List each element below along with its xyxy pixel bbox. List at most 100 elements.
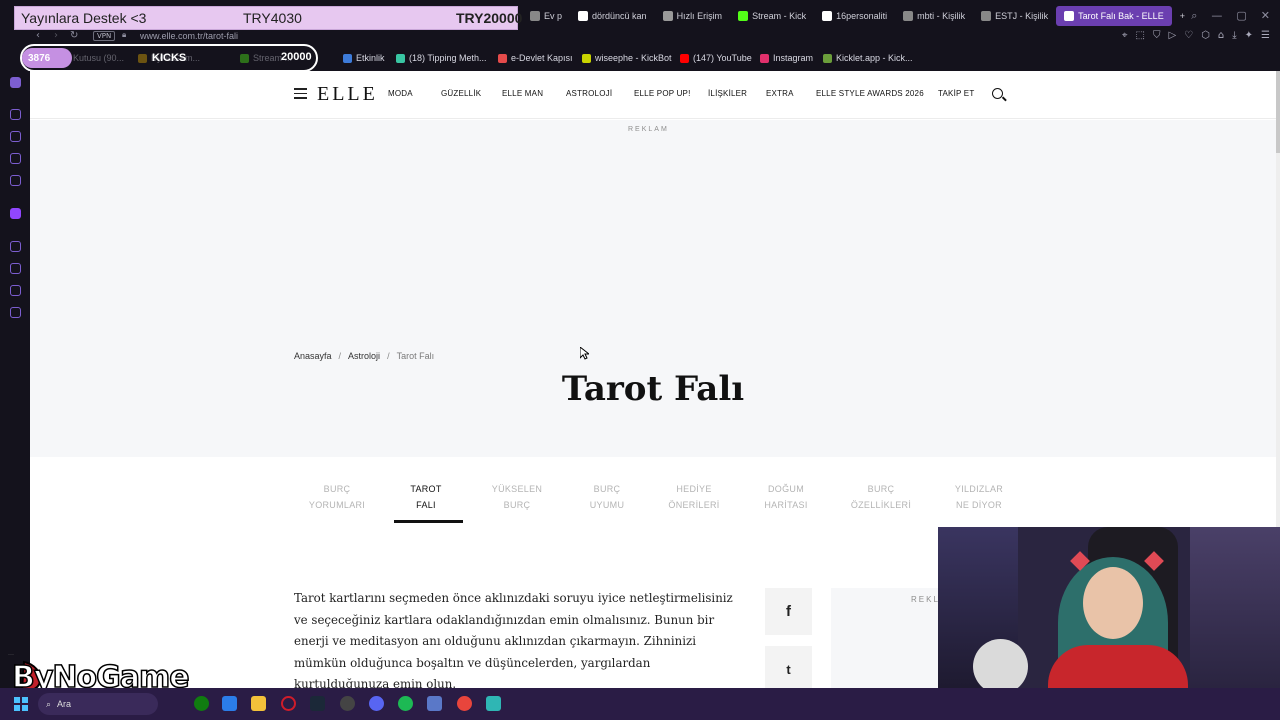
site-logo[interactable]: ELLE <box>317 83 378 106</box>
subnav-tab[interactable]: BURÇ YORUMLARI <box>296 481 378 513</box>
app-icon[interactable] <box>486 696 501 711</box>
address-bar: ‹ › ↻ VPN 🔒︎ www.elle.com.tr/tarot-fali <box>0 30 1280 44</box>
xbox-icon[interactable] <box>194 696 209 711</box>
url-field[interactable]: www.elle.com.tr/tarot-fali <box>140 31 238 41</box>
taskbar-search[interactable]: ⌕ Ara <box>38 693 158 715</box>
bookmark-item[interactable]: wiseephe - KickBot <box>582 53 672 63</box>
menu-item-takip-et[interactable]: TAKİP ET <box>938 89 974 98</box>
kicklet-icon <box>823 53 832 63</box>
bookmark-item[interactable]: (18) Tipping Meth... <box>396 53 487 63</box>
pin-icon[interactable]: ⌖ <box>1122 30 1128 41</box>
subnav-tab-line1: HEDİYE <box>676 484 712 494</box>
twitch-icon[interactable] <box>10 208 21 219</box>
browser-tab[interactable]: Ev p <box>522 6 570 26</box>
copilot-icon[interactable] <box>222 696 237 711</box>
subnav-tab[interactable]: TAROT FALI <box>385 481 467 513</box>
subnav-tab[interactable]: BURÇ ÖZELLİKLERİ <box>840 481 922 513</box>
menu-item-elle-pop-up[interactable]: ELLE POP UP! <box>634 89 691 98</box>
bookmark-item[interactable]: Etkinlik <box>343 53 385 63</box>
download-icon[interactable]: ⤓ <box>1232 30 1236 41</box>
settings-icon[interactable] <box>10 307 21 318</box>
breadcrumb-home[interactable]: Anasayfa <box>294 351 332 361</box>
kicks-label: KICKS <box>152 52 187 64</box>
opera-gx-icon[interactable] <box>281 696 296 711</box>
extensions-icon[interactable]: ⬡ <box>1201 30 1210 41</box>
top-ad-area: REKLAM <box>30 120 1276 322</box>
scrollbar-thumb[interactable] <box>1276 71 1280 153</box>
subnav-tab[interactable]: HEDİYE ÖNERİLERİ <box>653 481 735 513</box>
facebook-share-button[interactable]: f <box>765 588 812 635</box>
messenger-icon[interactable] <box>10 153 21 164</box>
browser-tab[interactable]: Stream - Kick <box>730 6 814 26</box>
page-hero: Anasayfa / Astroloji / Tarot Falı Tarot … <box>30 322 1276 457</box>
browser-tab[interactable]: ESTJ - Kişilik <box>973 6 1056 26</box>
heart-icon[interactable]: ♡ <box>1184 30 1193 41</box>
refresh-icon[interactable] <box>10 109 21 120</box>
bookmark-item[interactable]: Kicklet.app - Kick... <box>823 53 913 63</box>
close-icon[interactable]: ✕ <box>1261 9 1270 23</box>
google-icon <box>822 11 833 21</box>
menu-icon[interactable]: ☰ <box>1261 30 1270 41</box>
subnav-tab[interactable]: BURÇ UYUMU <box>566 481 648 513</box>
play-icon[interactable]: ▷ <box>1168 30 1176 41</box>
streamer-shirt <box>1048 645 1188 688</box>
cube-icon[interactable] <box>10 285 21 296</box>
chrome-icon[interactable] <box>457 696 472 711</box>
vpn-badge[interactable]: VPN <box>93 31 116 41</box>
breadcrumb-astroloji[interactable]: Astroloji <box>348 351 380 361</box>
gamepad-icon[interactable] <box>10 77 21 88</box>
browser-sidebar <box>0 71 30 688</box>
discord-icon[interactable] <box>369 696 384 711</box>
steam-icon[interactable] <box>310 696 325 711</box>
twitter-share-button[interactable]: t <box>765 646 812 688</box>
hamburger-menu-icon[interactable] <box>294 88 307 99</box>
menu-item-elle-man[interactable]: ELLE MAN <box>502 89 543 98</box>
bookmark-item[interactable]: Instagram <box>760 53 813 63</box>
menu-item-style-awards[interactable]: ELLE STYLE AWARDS 2026 <box>816 89 924 98</box>
instagram-icon <box>760 53 769 63</box>
shield-icon[interactable]: ⛉ <box>1153 30 1161 41</box>
reload-icon[interactable]: ↻ <box>70 30 78 41</box>
generic-icon <box>903 11 914 21</box>
spotify-icon[interactable] <box>398 696 413 711</box>
minimize-icon[interactable]: — <box>1211 9 1222 23</box>
windows-start-icon[interactable] <box>14 697 28 711</box>
player-icon[interactable] <box>10 241 21 252</box>
bookmark-item[interactable]: e-Devlet Kapısı <box>498 53 573 63</box>
browser-tab[interactable]: 16personaliti <box>814 6 895 26</box>
tab-label: ESTJ - Kişilik <box>995 11 1049 21</box>
subnav-tab[interactable]: YILDIZLAR NE DİYOR <box>938 481 1020 513</box>
browser-tab[interactable]: Hızlı Erişim <box>655 6 731 26</box>
ai-icon[interactable]: ✦ <box>1245 30 1253 41</box>
obs-icon[interactable] <box>340 696 355 711</box>
menu-item-moda[interactable]: MODA <box>388 89 413 98</box>
browser-tab[interactable]: Tarot Falı Bak - ELLE <box>1056 6 1172 26</box>
maximize-icon[interactable]: ▢ <box>1236 9 1246 23</box>
bookmark-label: Etkinlik <box>356 53 385 63</box>
menu-item-extra[interactable]: EXTRA <box>766 89 794 98</box>
subnav-tab[interactable]: YÜKSELEN BURÇ <box>476 481 558 513</box>
tab-label: Stream - Kick <box>752 11 807 21</box>
new-tab-icon[interactable]: + <box>1172 6 1193 26</box>
back-icon[interactable]: ‹ <box>36 30 40 41</box>
search-icon[interactable]: ⌕ <box>1191 9 1197 23</box>
mail-icon[interactable] <box>10 175 21 186</box>
history-icon[interactable] <box>10 263 21 274</box>
bag-icon[interactable] <box>10 131 21 142</box>
app-icon[interactable] <box>427 696 442 711</box>
menu-item-iliskiler[interactable]: İLİŞKİLER <box>708 89 747 98</box>
wallet-icon[interactable]: ⌂ <box>1218 30 1224 41</box>
breadcrumb-separator: / <box>387 351 390 361</box>
bookmark-item[interactable]: (147) YouTube <box>680 53 752 63</box>
tab-label: Tarot Falı Bak - ELLE <box>1078 11 1164 21</box>
browser-tab[interactable]: dördüncü kan <box>570 6 655 26</box>
forward-icon[interactable]: › <box>54 30 58 41</box>
search-icon[interactable] <box>992 88 1003 99</box>
menu-item-guzellik[interactable]: GÜZELLİK <box>441 89 481 98</box>
toolbar-actions: ⌖ ⬚ ⛉ ▷ ♡ ⬡ ⌂ ⤓ ✦ ☰ <box>1122 30 1270 41</box>
browser-tab[interactable]: mbti - Kişilik <box>895 6 973 26</box>
menu-item-astroloji[interactable]: ASTROLOJİ <box>566 89 612 98</box>
subnav-tab[interactable]: DOĞUM HARİTASI <box>745 481 827 513</box>
file-explorer-icon[interactable] <box>251 696 266 711</box>
snapshot-icon[interactable]: ⬚ <box>1136 30 1145 41</box>
